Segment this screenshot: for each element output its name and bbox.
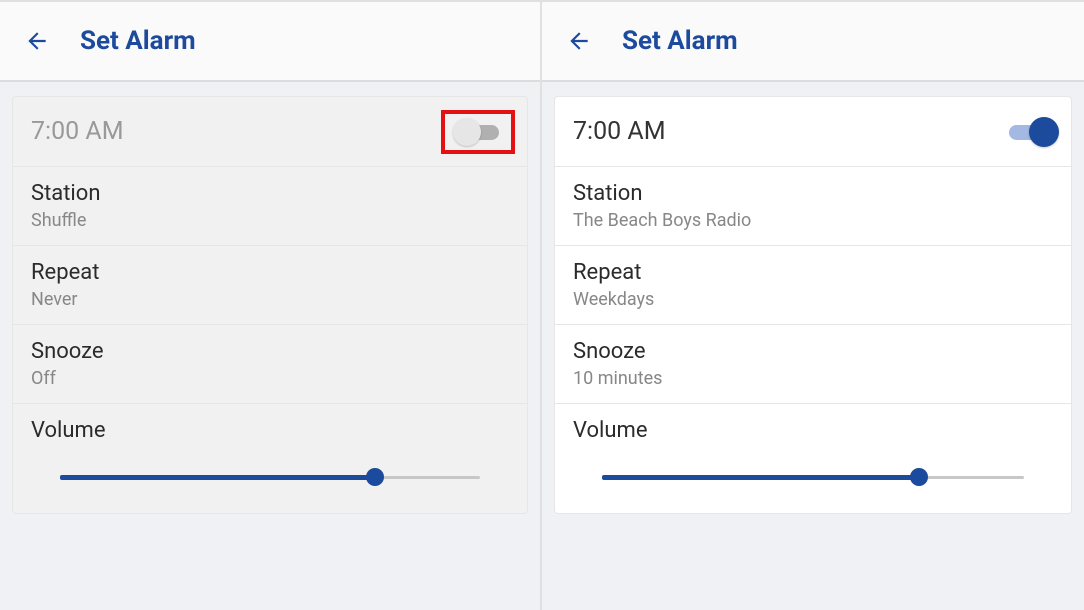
alarm-screen-left: Set Alarm 7:00 AM Station Shuffle Repeat…: [0, 2, 542, 610]
alarm-toggle[interactable]: [1005, 122, 1053, 142]
station-row[interactable]: Station Shuffle: [13, 167, 527, 246]
snooze-value: 10 minutes: [573, 368, 1053, 389]
snooze-row[interactable]: Snooze 10 minutes: [555, 325, 1071, 404]
arrow-back-icon: [24, 28, 50, 54]
repeat-label: Repeat: [573, 260, 1053, 285]
page-title: Set Alarm: [80, 26, 196, 56]
back-button[interactable]: [22, 26, 52, 56]
app-bar: Set Alarm: [0, 2, 540, 82]
page-title: Set Alarm: [622, 26, 738, 56]
volume-slider[interactable]: [602, 467, 1024, 487]
snooze-label: Snooze: [31, 339, 509, 364]
toggle-thumb: [453, 118, 481, 146]
alarm-time: 7:00 AM: [31, 117, 124, 146]
slider-thumb[interactable]: [366, 468, 384, 486]
repeat-value: Never: [31, 289, 509, 310]
alarm-time: 7:00 AM: [573, 117, 666, 146]
back-button[interactable]: [564, 26, 594, 56]
station-value: The Beach Boys Radio: [573, 210, 1053, 231]
alarm-card: 7:00 AM Station The Beach Boys Radio Rep…: [554, 96, 1072, 514]
volume-slider[interactable]: [60, 467, 481, 487]
snooze-label: Snooze: [573, 339, 1053, 364]
time-row[interactable]: 7:00 AM: [555, 97, 1071, 167]
volume-row: Volume: [13, 404, 527, 513]
station-label: Station: [31, 181, 509, 206]
volume-row: Volume: [555, 404, 1071, 513]
slider-thumb[interactable]: [910, 468, 928, 486]
volume-label: Volume: [31, 418, 509, 443]
repeat-row[interactable]: Repeat Weekdays: [555, 246, 1071, 325]
volume-label: Volume: [573, 418, 1053, 443]
alarm-screen-right: Set Alarm 7:00 AM Station The Beach Boys…: [542, 2, 1084, 610]
snooze-row[interactable]: Snooze Off: [13, 325, 527, 404]
alarm-card: 7:00 AM Station Shuffle Repeat Never Sno…: [12, 96, 528, 514]
repeat-value: Weekdays: [573, 289, 1053, 310]
time-row[interactable]: 7:00 AM: [13, 97, 527, 167]
alarm-toggle[interactable]: [455, 122, 503, 142]
station-label: Station: [573, 181, 1053, 206]
repeat-label: Repeat: [31, 260, 509, 285]
station-value: Shuffle: [31, 210, 509, 231]
slider-fill: [602, 475, 919, 480]
station-row[interactable]: Station The Beach Boys Radio: [555, 167, 1071, 246]
app-bar: Set Alarm: [542, 2, 1084, 82]
arrow-back-icon: [566, 28, 592, 54]
toggle-thumb: [1029, 117, 1059, 147]
snooze-value: Off: [31, 368, 509, 389]
slider-fill: [60, 475, 375, 480]
highlight-box: [441, 110, 515, 154]
repeat-row[interactable]: Repeat Never: [13, 246, 527, 325]
